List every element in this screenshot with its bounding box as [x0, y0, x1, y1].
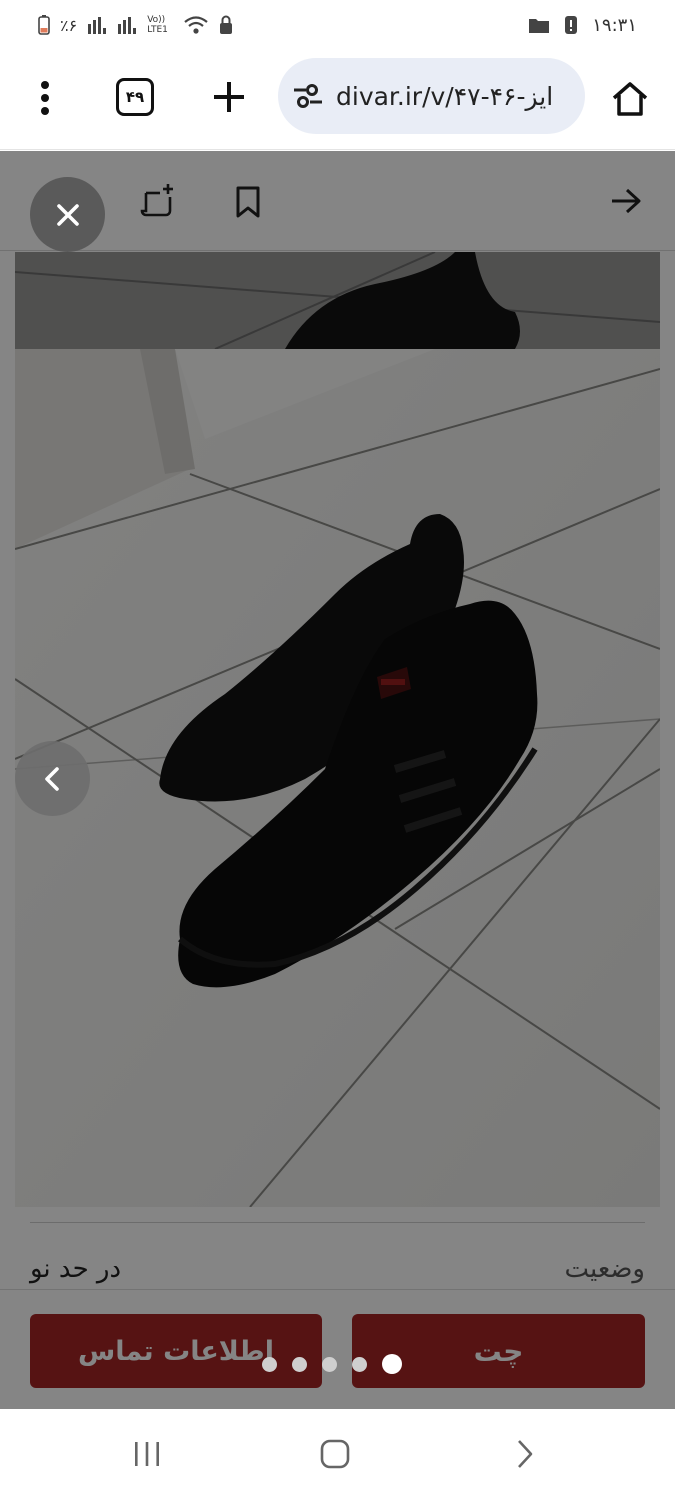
- wifi-icon: [184, 16, 208, 34]
- bookmark-button[interactable]: [230, 181, 266, 223]
- browser-menu-button[interactable]: [26, 74, 64, 122]
- gallery-prev-button[interactable]: [15, 741, 90, 816]
- home-circle-icon: [320, 1439, 350, 1469]
- shoes-photo: [15, 349, 660, 1207]
- previous-image-peek: [15, 252, 660, 349]
- bookmark-icon: [236, 186, 260, 218]
- status-time: ۱۹:۳۱: [592, 14, 637, 36]
- alert-icon: [565, 16, 578, 34]
- status-right: ۱۹:۳۱: [528, 15, 637, 36]
- gallery-pagination: [262, 1352, 402, 1376]
- gallery-dot[interactable]: [322, 1356, 337, 1372]
- battery-icon: [38, 15, 50, 35]
- bottom-action-bar: اطلاعات تماس چت: [0, 1289, 675, 1409]
- volte-label: Vo)) LTE1: [147, 15, 168, 35]
- add-note-icon: [140, 184, 173, 217]
- nav-back-icon: [518, 1440, 533, 1468]
- url-text: divar.ir/v/ایز-۴۶-۴۷: [336, 81, 554, 111]
- recent-apps-icon: [135, 1442, 159, 1466]
- section-divider: [30, 1222, 645, 1223]
- plus-icon: [214, 82, 244, 112]
- condition-label: وضعیت: [564, 1254, 645, 1284]
- status-left: ٪۶ Vo)) LTE1: [38, 15, 233, 35]
- previous-image: [15, 252, 660, 349]
- system-home-button[interactable]: [320, 1439, 350, 1469]
- system-back-button[interactable]: [510, 1437, 540, 1471]
- address-bar[interactable]: divar.ir/v/ایز-۴۶-۴۷: [278, 58, 585, 134]
- tab-switcher-button[interactable]: ۴۹: [116, 78, 154, 116]
- gallery-dot-active[interactable]: [382, 1354, 402, 1374]
- recent-apps-button[interactable]: [132, 1439, 162, 1469]
- forward-arrow-button[interactable]: [604, 181, 648, 221]
- gallery-dot[interactable]: [262, 1356, 277, 1372]
- chat-button[interactable]: چت: [352, 1314, 645, 1388]
- condition-row: در حد نو وضعیت: [30, 1249, 645, 1289]
- close-gallery-button[interactable]: [30, 177, 105, 252]
- home-icon: [612, 82, 648, 116]
- lock-icon: [220, 15, 233, 34]
- site-settings-icon[interactable]: [292, 82, 324, 110]
- battery-percent: ٪۶: [60, 15, 78, 35]
- gallery-dot[interactable]: [352, 1356, 367, 1372]
- signal-icon-2: [118, 17, 137, 34]
- status-bar: ٪۶ Vo)) LTE1 ۱۹:۳۱: [0, 0, 675, 50]
- folder-icon: [529, 19, 550, 33]
- ad-photo-shoes[interactable]: [15, 349, 660, 1207]
- condition-value: در حد نو: [30, 1254, 122, 1284]
- web-page: در حد نو وضعیت اطلاعات تماس چت: [0, 151, 675, 1409]
- signal-icon: [88, 17, 107, 34]
- contact-info-button[interactable]: اطلاعات تماس: [30, 1314, 322, 1388]
- add-note-button[interactable]: [136, 181, 178, 223]
- close-icon: [56, 203, 79, 226]
- browser-home-button[interactable]: [606, 76, 654, 122]
- chevron-left-icon: [44, 766, 59, 791]
- more-vertical-icon: [41, 81, 49, 115]
- new-tab-button[interactable]: [208, 76, 250, 118]
- arrow-right-icon: [612, 188, 641, 214]
- system-nav-bar: [0, 1409, 675, 1500]
- browser-toolbar: ۴۹ divar.ir/v/ایز-۴۶-۴۷: [0, 50, 675, 150]
- gallery-dot[interactable]: [292, 1356, 307, 1372]
